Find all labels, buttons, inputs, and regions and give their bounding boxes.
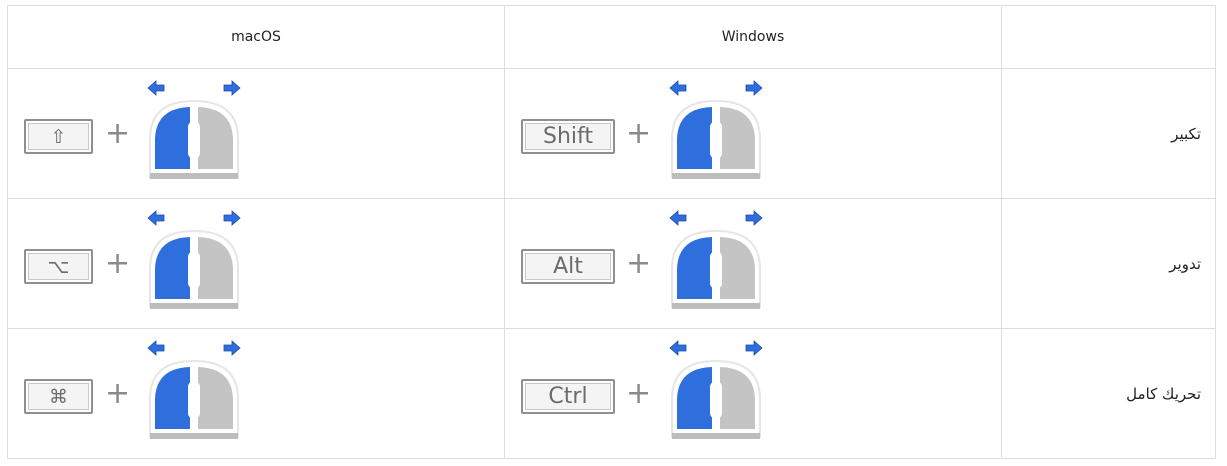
shortcut-table: macOS Windows ⇧ + Shift + تكبير ⌥ + Alt …: [7, 5, 1216, 459]
mouse-left-drag-icon: [669, 210, 763, 309]
windows-key: Shift: [521, 119, 615, 154]
mac-shortcut: ⌥ +: [8, 199, 504, 328]
table-row: ⌥ + Alt + تدوير: [7, 198, 1216, 329]
windows-key: Alt: [521, 249, 615, 284]
plus-sign: +: [626, 116, 652, 151]
mac-combo-cell: ⇧ +: [7, 68, 505, 199]
win-combo-cell: Ctrl +: [504, 328, 1002, 459]
mac-combo-cell: ⌘ +: [7, 328, 505, 459]
plus-sign: +: [105, 246, 131, 281]
windows-key: Ctrl: [521, 379, 615, 414]
mac-shortcut: ⌘ +: [8, 329, 504, 458]
action-label: تحريك كامل: [1001, 328, 1216, 459]
action-label: تكبير: [1001, 68, 1216, 199]
mouse-left-drag-icon: [147, 80, 241, 179]
action-label: تدوير: [1001, 198, 1216, 329]
header-row: macOS Windows: [7, 5, 1216, 69]
plus-sign: +: [626, 246, 652, 281]
mouse-left-drag-icon: [669, 80, 763, 179]
windows-shortcut: Ctrl +: [505, 329, 1001, 458]
mac-key: ⌥: [24, 249, 93, 284]
table-row: ⇧ + Shift + تكبير: [7, 68, 1216, 199]
mouse-left-drag-icon: [669, 340, 763, 439]
mouse-left-drag-icon: [147, 210, 241, 309]
win-combo-cell: Shift +: [504, 68, 1002, 199]
mouse-left-drag-icon: [147, 340, 241, 439]
mac-key: ⇧: [24, 119, 93, 154]
win-combo-cell: Alt +: [504, 198, 1002, 329]
windows-shortcut: Shift +: [505, 69, 1001, 198]
plus-sign: +: [626, 376, 652, 411]
plus-sign: +: [105, 376, 131, 411]
table-row: ⌘ + Ctrl + تحريك كامل: [7, 328, 1216, 459]
header-action: [1001, 5, 1216, 69]
mac-combo-cell: ⌥ +: [7, 198, 505, 329]
mac-shortcut: ⇧ +: [8, 69, 504, 198]
header-windows: Windows: [504, 5, 1002, 69]
plus-sign: +: [105, 116, 131, 151]
mac-key: ⌘: [24, 379, 93, 414]
header-macos: macOS: [7, 5, 505, 69]
windows-shortcut: Alt +: [505, 199, 1001, 328]
